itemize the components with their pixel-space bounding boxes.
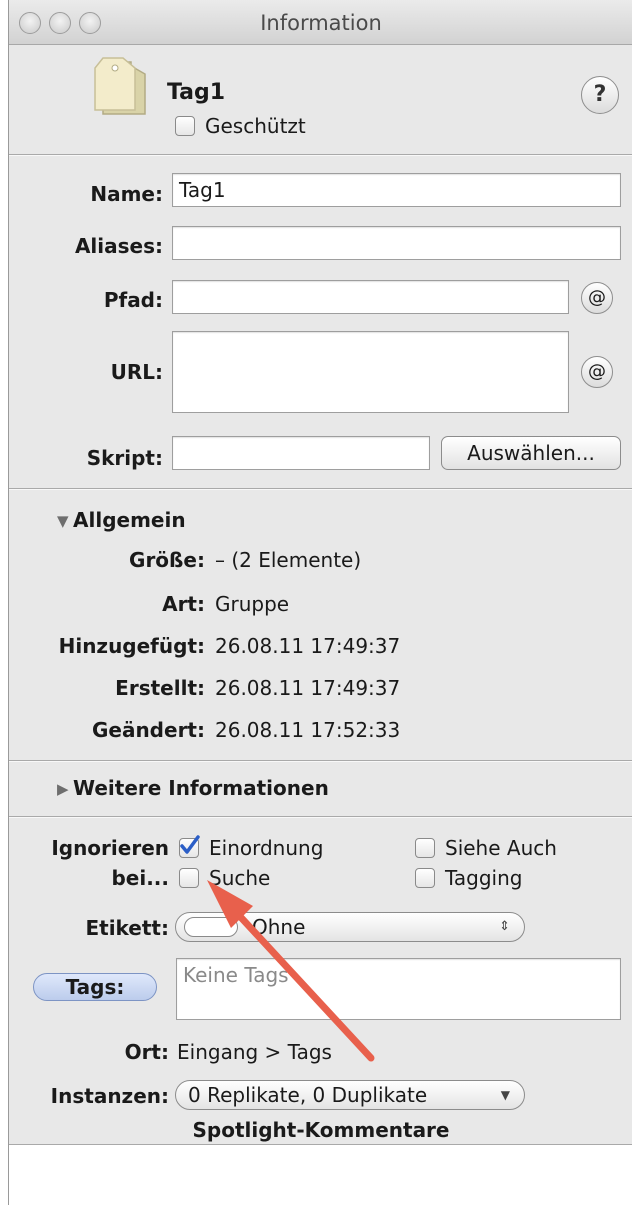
annotation-arrow-icon <box>207 880 375 1062</box>
info-window: Information Tag1 Geschützt ? Name: Tag1 … <box>8 0 632 1205</box>
